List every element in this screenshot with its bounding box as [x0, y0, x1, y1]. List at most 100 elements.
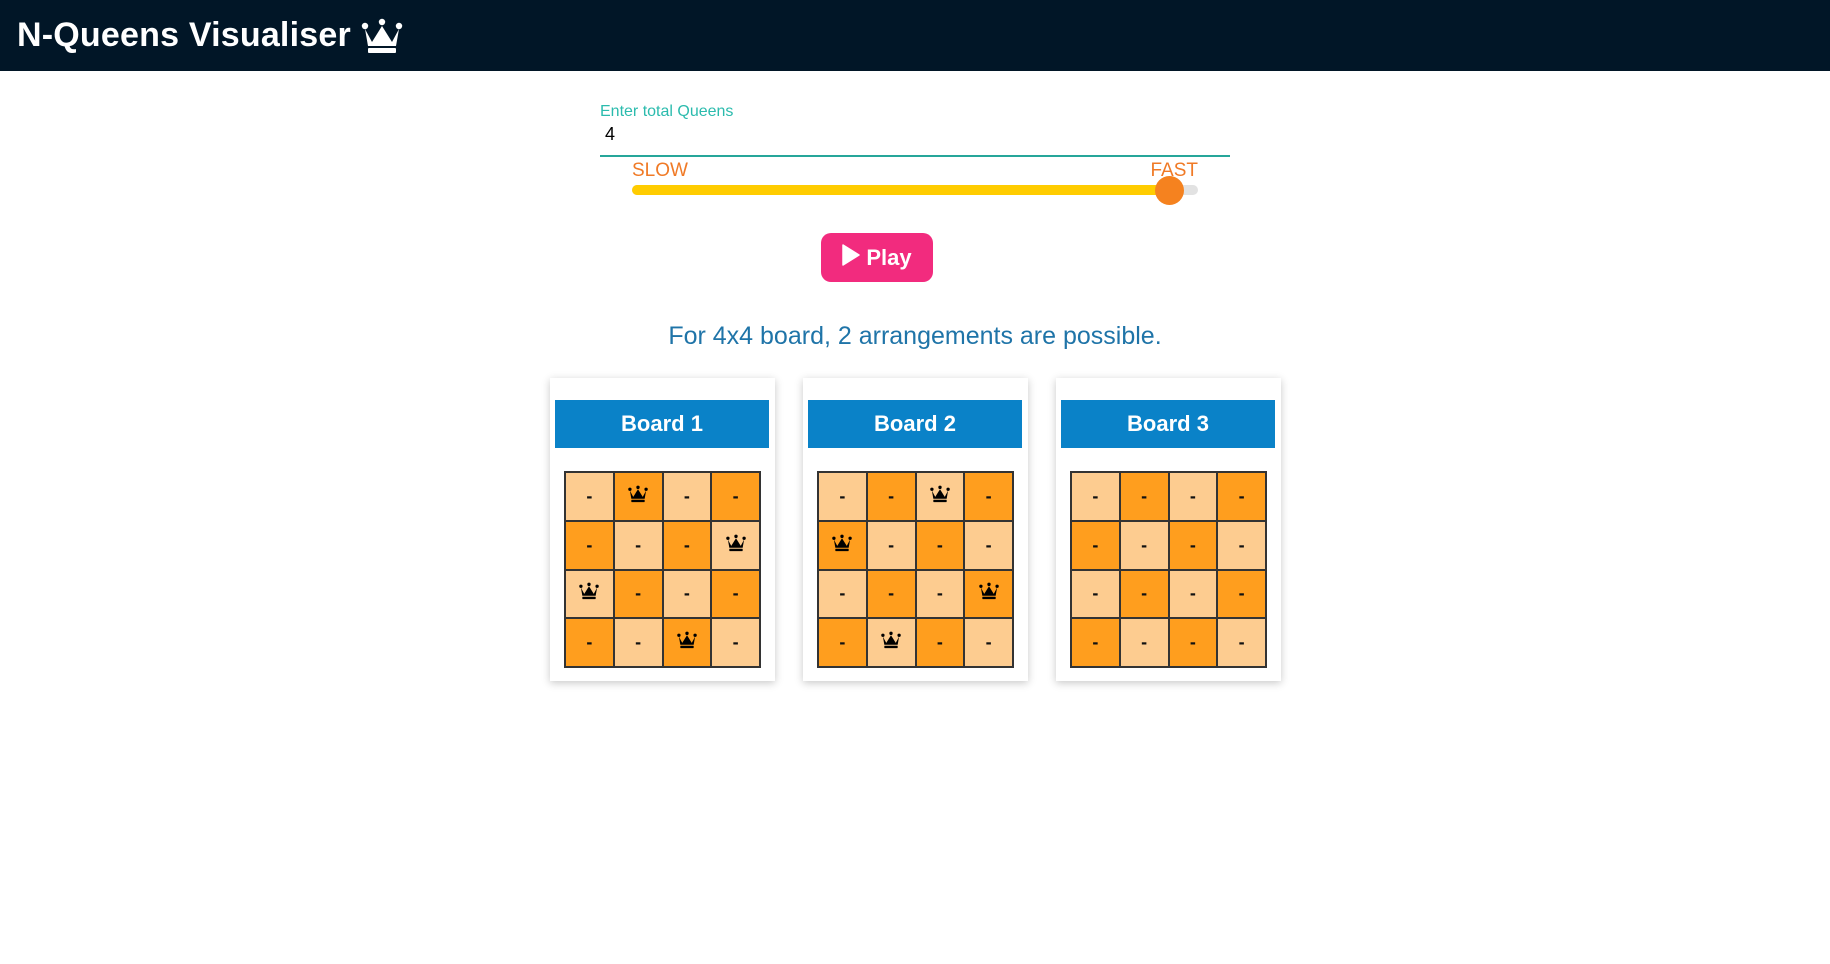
empty-cell-mark: -	[1189, 632, 1196, 653]
empty-cell-mark: -	[683, 485, 690, 506]
board-cell: -	[818, 618, 867, 667]
queen-icon	[628, 485, 648, 508]
queen-icon	[579, 582, 600, 605]
board-cell	[818, 520, 867, 570]
speed-slow-label: SLOW	[632, 160, 688, 181]
board-title: Board 3	[1061, 400, 1275, 448]
board-cell	[964, 569, 1013, 619]
play-icon	[842, 243, 861, 272]
board-cell: -	[1071, 520, 1120, 570]
empty-cell-mark: -	[1141, 632, 1148, 653]
queen-icon	[881, 631, 901, 654]
board-cell: -	[818, 472, 867, 521]
board-cell: -	[1119, 472, 1169, 521]
board-cell: -	[1168, 520, 1218, 570]
queen-icon	[725, 534, 746, 557]
queen-icon	[677, 631, 697, 654]
speed-slider-fill	[632, 185, 1170, 195]
empty-cell-mark: -	[1238, 485, 1245, 506]
queen-icon	[930, 485, 950, 508]
empty-cell-mark: -	[732, 632, 739, 653]
crown-icon	[361, 18, 403, 54]
queens-input-label: Enter total Queens	[600, 103, 734, 120]
board-cell: -	[818, 569, 867, 619]
board-cell: -	[915, 569, 965, 619]
board-cell: -	[1071, 472, 1120, 521]
empty-cell-mark: -	[586, 485, 593, 506]
board-cell: -	[1217, 472, 1266, 521]
empty-cell-mark: -	[839, 632, 846, 653]
board-cell: -	[1119, 520, 1169, 570]
empty-cell-mark: -	[985, 632, 992, 653]
speed-slider[interactable]: SLOW FAST	[632, 158, 1198, 205]
empty-cell-mark: -	[985, 485, 992, 506]
navbar: N-Queens Visualiser	[0, 0, 1830, 71]
board-cell: -	[1168, 618, 1218, 667]
empty-cell-mark: -	[1141, 534, 1148, 555]
empty-cell-mark: -	[635, 583, 642, 604]
queens-input[interactable]	[600, 121, 1230, 157]
empty-cell-mark: -	[1092, 632, 1099, 653]
empty-cell-mark: -	[839, 583, 846, 604]
empty-cell-mark: -	[586, 632, 593, 653]
empty-cell-mark: -	[1141, 583, 1148, 604]
board-title: Board 1	[555, 400, 769, 448]
board-cell: -	[866, 569, 916, 619]
empty-cell-mark: -	[888, 485, 895, 506]
board-cell: -	[1071, 569, 1120, 619]
empty-cell-mark: -	[1189, 485, 1196, 506]
board-cell: -	[662, 569, 712, 619]
board-card-3: Board 3 - - - - - - - - - - - - - - - -	[1056, 378, 1281, 681]
board-cell: -	[866, 520, 916, 570]
play-button-label: Play	[866, 244, 912, 270]
empty-cell-mark: -	[1189, 583, 1196, 604]
board-cell: -	[711, 569, 760, 619]
empty-cell-mark: -	[732, 485, 739, 506]
board-cell	[866, 618, 916, 667]
board-cell: -	[565, 472, 614, 521]
empty-cell-mark: -	[1238, 632, 1245, 653]
board-cell	[662, 618, 712, 667]
board-cell: -	[1217, 618, 1266, 667]
empty-cell-mark: -	[1092, 534, 1099, 555]
board-cell	[565, 569, 614, 619]
empty-cell-mark: -	[888, 583, 895, 604]
board-cell: -	[1168, 569, 1218, 619]
board-cell: -	[915, 618, 965, 667]
empty-cell-mark: -	[683, 534, 690, 555]
board-cell: -	[915, 520, 965, 570]
board-cell: -	[613, 569, 663, 619]
board-cell: -	[662, 472, 712, 521]
board-cell: -	[964, 520, 1013, 570]
play-button[interactable]: Play	[821, 233, 933, 282]
board-cell: -	[662, 520, 712, 570]
board-cell	[711, 520, 760, 570]
empty-cell-mark: -	[1141, 485, 1148, 506]
empty-cell-mark: -	[888, 534, 895, 555]
speed-slider-track[interactable]	[632, 176, 1198, 205]
empty-cell-mark: -	[985, 534, 992, 555]
board-cell	[613, 472, 663, 521]
queens-input-group: Enter total Queens	[600, 103, 1230, 157]
empty-cell-mark: -	[586, 534, 593, 555]
empty-cell-mark: -	[635, 632, 642, 653]
empty-cell-mark: -	[1238, 534, 1245, 555]
empty-cell-mark: -	[936, 534, 943, 555]
chess-board: - - - - - - - - - - - -	[817, 471, 1014, 668]
board-cell: -	[711, 472, 760, 521]
board-card-2: Board 2 - - - - - - - - - - - -	[803, 378, 1028, 681]
app-title: N-Queens Visualiser	[17, 16, 351, 54]
speed-slider-thumb[interactable]	[1154, 176, 1184, 205]
queen-icon	[832, 534, 853, 557]
empty-cell-mark: -	[1092, 583, 1099, 604]
board-title: Board 2	[808, 400, 1022, 448]
board-cell: -	[964, 472, 1013, 521]
board-cell: -	[1071, 618, 1120, 667]
empty-cell-mark: -	[936, 632, 943, 653]
empty-cell-mark: -	[1238, 583, 1245, 604]
empty-cell-mark: -	[635, 534, 642, 555]
board-cell: -	[866, 472, 916, 521]
board-cell	[915, 472, 965, 521]
board-cell: -	[613, 520, 663, 570]
chess-board: - - - - - - - - - - - -	[564, 471, 761, 668]
